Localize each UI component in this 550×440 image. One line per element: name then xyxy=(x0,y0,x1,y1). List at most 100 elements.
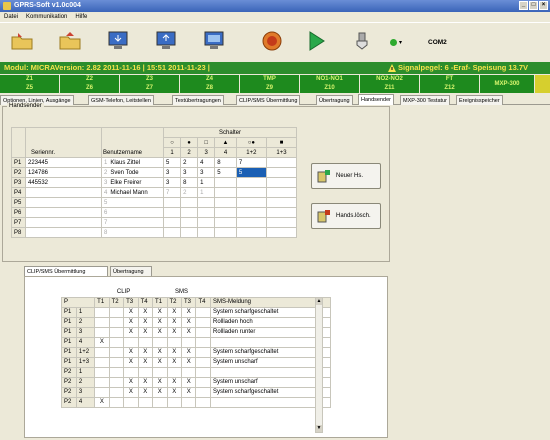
row-label[interactable]: P2 xyxy=(11,167,26,178)
sms-message-cell[interactable] xyxy=(210,366,331,378)
switch-cell[interactable]: 5 xyxy=(235,167,267,178)
check-cell[interactable]: X xyxy=(166,306,182,318)
check-cell[interactable]: X xyxy=(137,346,154,358)
switch-cell[interactable] xyxy=(214,187,237,198)
user-cell[interactable]: 3 Elke Freirer xyxy=(101,177,164,188)
switch-cell[interactable] xyxy=(214,197,237,208)
row-key[interactable]: 4 xyxy=(75,396,96,408)
check-cell[interactable]: X xyxy=(166,326,182,338)
switch-cell[interactable] xyxy=(214,207,237,218)
row-p[interactable]: P1 xyxy=(61,326,77,338)
row-key[interactable]: 2 xyxy=(75,316,96,328)
check-cell[interactable]: X xyxy=(152,376,168,388)
switch-cell[interactable]: 3 xyxy=(162,177,182,188)
check-cell[interactable]: X xyxy=(166,386,182,398)
tab-mxp-tastatur[interactable]: MXP-300 Testatur xyxy=(400,95,450,105)
row-p[interactable]: P1 xyxy=(61,336,77,348)
check-cell[interactable]: X xyxy=(94,396,110,408)
check-cell[interactable]: X xyxy=(180,316,197,328)
check-cell[interactable]: X xyxy=(166,376,182,388)
check-cell[interactable]: X xyxy=(180,346,197,358)
switch-cell[interactable] xyxy=(180,227,199,238)
row-key[interactable]: 1 xyxy=(75,306,96,318)
handsender-row[interactable]: P2 124786 2 Sven Tode 3 3 3 5 5 xyxy=(11,167,298,178)
serial-cell[interactable]: 445532 xyxy=(25,177,102,188)
row-key[interactable]: 2 xyxy=(75,376,96,388)
check-cell[interactable]: X xyxy=(123,356,139,368)
handsender-row[interactable]: P4 4 Michael Mann 7 2 1 xyxy=(11,187,298,198)
record-icon[interactable] xyxy=(258,27,286,55)
clip-sms-row[interactable]: P2 1 xyxy=(61,366,331,378)
switch-cell[interactable] xyxy=(265,217,298,228)
scroll-up-icon[interactable]: ▲ xyxy=(316,298,322,305)
tab-ereignisspeicher[interactable]: Ereignisspeicher xyxy=(456,95,503,105)
serial-cell[interactable]: 124786 xyxy=(25,167,102,178)
row-label[interactable]: P1 xyxy=(11,157,26,168)
user-cell[interactable]: 1 Klaus Zittel xyxy=(101,157,164,168)
check-cell[interactable]: X xyxy=(123,376,139,388)
sms-message-cell[interactable]: Rollladen hoch xyxy=(210,316,331,328)
check-cell[interactable] xyxy=(137,366,154,378)
check-cell[interactable]: X xyxy=(137,316,154,328)
switch-cell[interactable] xyxy=(180,217,199,228)
row-label[interactable]: P4 xyxy=(11,187,26,198)
row-label[interactable]: P5 xyxy=(11,197,26,208)
check-cell[interactable]: X xyxy=(137,306,154,318)
check-cell[interactable] xyxy=(180,336,197,348)
switch-cell[interactable] xyxy=(180,207,199,218)
check-cell[interactable] xyxy=(152,366,168,378)
scroll-down-icon[interactable]: ▼ xyxy=(316,425,322,432)
row-p[interactable]: P1 xyxy=(61,306,77,318)
serial-cell[interactable] xyxy=(25,187,102,198)
handsender-row[interactable]: P1 223445 1 Klaus Zittel 5 2 4 8 7 xyxy=(11,157,298,168)
check-cell[interactable]: X xyxy=(152,386,168,398)
check-cell[interactable] xyxy=(94,316,110,328)
tab-uebertragung[interactable]: Übertragung xyxy=(316,95,353,105)
check-cell[interactable] xyxy=(108,386,125,398)
switch-cell[interactable] xyxy=(265,167,298,178)
serial-cell[interactable] xyxy=(25,197,102,208)
check-cell[interactable]: X xyxy=(123,326,139,338)
check-cell[interactable] xyxy=(195,306,211,318)
check-cell[interactable] xyxy=(94,376,110,388)
check-cell[interactable]: X xyxy=(123,306,139,318)
check-cell[interactable]: X xyxy=(180,326,197,338)
check-cell[interactable] xyxy=(166,366,182,378)
row-label[interactable]: P3 xyxy=(11,177,26,188)
check-cell[interactable] xyxy=(94,326,110,338)
check-cell[interactable]: X xyxy=(166,356,182,368)
row-p[interactable]: P1 xyxy=(61,316,77,328)
tab-clip-sms[interactable]: CLIP/SMS Übermittlung xyxy=(236,95,301,105)
check-cell[interactable]: X xyxy=(152,326,168,338)
check-cell[interactable] xyxy=(166,336,182,348)
switch-cell[interactable] xyxy=(235,217,267,228)
check-cell[interactable] xyxy=(152,396,168,408)
tab-gsm[interactable]: GSM-Telefon, Leitstellen xyxy=(88,95,154,105)
check-cell[interactable] xyxy=(108,366,125,378)
check-cell[interactable] xyxy=(152,336,168,348)
switch-cell[interactable] xyxy=(180,197,199,208)
switch-cell[interactable] xyxy=(265,197,298,208)
switch-cell[interactable] xyxy=(197,217,216,228)
check-cell[interactable] xyxy=(180,396,197,408)
check-cell[interactable] xyxy=(108,326,125,338)
clip-sms-row[interactable]: P1 1 X X X X X System scharfgeschaltet xyxy=(61,306,331,318)
check-cell[interactable] xyxy=(195,356,211,368)
clip-table-scrollbar[interactable]: ▲ ▼ xyxy=(315,297,323,433)
switch-cell[interactable]: 2 xyxy=(180,187,199,198)
switch-cell[interactable] xyxy=(235,207,267,218)
row-p[interactable]: P2 xyxy=(61,376,77,388)
row-key[interactable]: 3 xyxy=(75,326,96,338)
delete-handsender-button[interactable]: Hands.lösch. xyxy=(311,203,381,229)
clip-sms-row[interactable]: P1 1+2 X X X X X System scharfgeschaltet xyxy=(61,346,331,358)
switch-cell[interactable]: 7 xyxy=(162,187,182,198)
play-icon[interactable] xyxy=(302,27,330,55)
save-folder-icon[interactable] xyxy=(56,27,84,55)
row-p[interactable]: P1 xyxy=(61,346,77,358)
check-cell[interactable] xyxy=(195,326,211,338)
row-key[interactable]: 1 xyxy=(75,366,96,378)
check-cell[interactable] xyxy=(94,366,110,378)
user-cell[interactable]: 7 xyxy=(101,217,164,228)
switch-cell[interactable] xyxy=(162,217,182,228)
sms-message-cell[interactable]: System scharfgeschaltet xyxy=(210,346,331,358)
